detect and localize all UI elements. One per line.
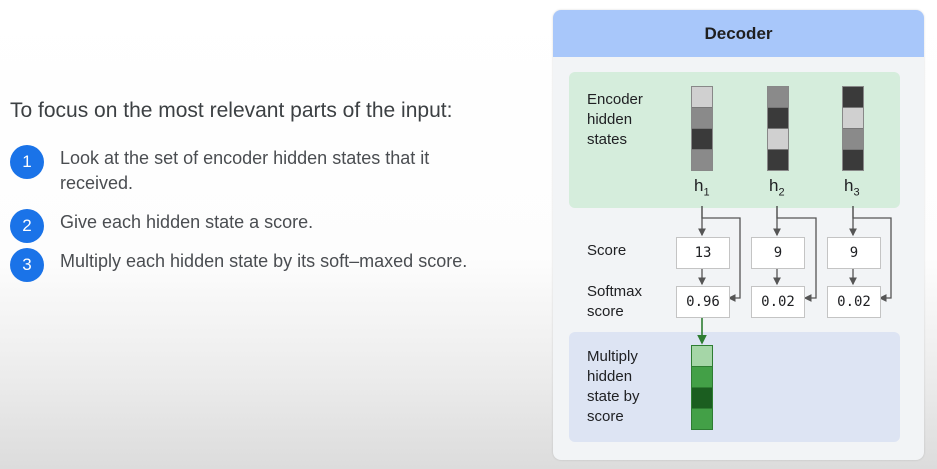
step-number-badge: 2 bbox=[10, 209, 44, 243]
step-text: Give each hidden state a score. bbox=[60, 212, 314, 232]
flow-arrows bbox=[697, 206, 892, 345]
step-text: Multiply each hidden state by its soft–m… bbox=[60, 251, 468, 271]
step-text: Look at the set of encoder hidden states… bbox=[60, 148, 430, 193]
explanation: To focus on the most relevant parts of t… bbox=[10, 96, 480, 288]
heading: To focus on the most relevant parts of t… bbox=[10, 99, 453, 122]
softmax-box-2: 0.02 bbox=[751, 286, 805, 318]
step-2: 2 Give each hidden state a score. bbox=[10, 209, 480, 243]
step-1: 1 Look at the set of encoder hidden stat… bbox=[10, 145, 480, 196]
vector-cell bbox=[692, 367, 712, 388]
softmax-box-3: 0.02 bbox=[827, 286, 881, 318]
step-3: 3 Multiply each hidden state by its soft… bbox=[10, 248, 480, 282]
score-box-1: 13 bbox=[676, 237, 730, 269]
step-number-badge: 3 bbox=[10, 248, 44, 282]
softmax-box-1: 0.96 bbox=[676, 286, 730, 318]
score-box-3: 9 bbox=[827, 237, 881, 269]
step-number-badge: 1 bbox=[10, 145, 44, 179]
vector-cell bbox=[692, 346, 712, 367]
decoder-panel: Decoder Encoder hidden states Score Soft… bbox=[553, 10, 924, 460]
score-box-2: 9 bbox=[751, 237, 805, 269]
vector-cell bbox=[692, 409, 712, 429]
weighted-hidden-state-vector bbox=[691, 345, 713, 430]
vector-cell bbox=[692, 388, 712, 409]
